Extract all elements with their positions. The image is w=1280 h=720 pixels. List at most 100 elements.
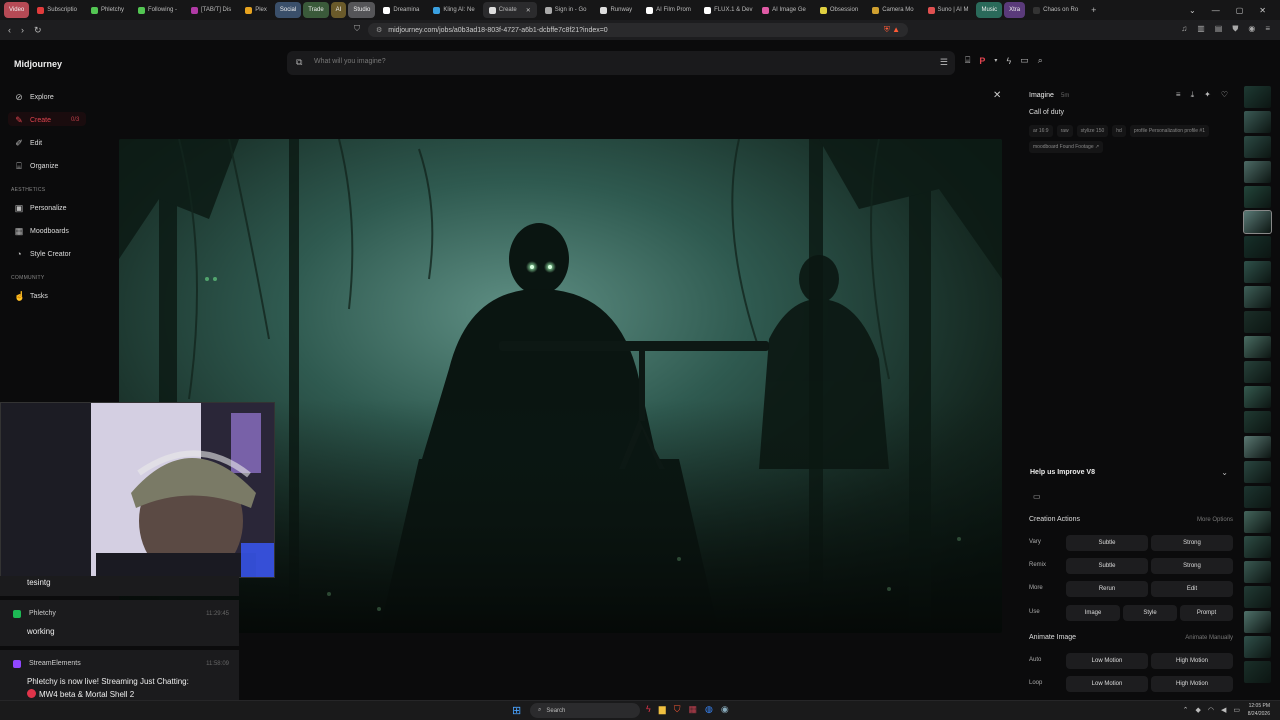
back-icon[interactable]: ‹ (8, 25, 11, 36)
app-icon-blue[interactable]: ◍ (705, 704, 713, 715)
browser-tab[interactable]: Suno | AI M (922, 2, 975, 18)
address-bar[interactable]: ⚙ midjourney.com/jobs/a0b3ad18-803f-4727… (368, 23, 908, 37)
browser-tab[interactable]: Subscriptio (31, 2, 83, 18)
chevron-up-icon[interactable]: ⌃ (1183, 706, 1189, 714)
lightning-icon[interactable]: ϟ (1006, 56, 1011, 66)
app-icon-grid[interactable]: ▦ (688, 704, 697, 715)
site-info-icon[interactable]: ⚙ (376, 26, 382, 34)
chevron-down-icon[interactable]: ▾ (994, 57, 997, 64)
image-upload-icon[interactable]: ⧉ (296, 57, 302, 68)
history-thumbnail[interactable] (1243, 210, 1272, 234)
heart-icon[interactable]: ♡ (1221, 90, 1228, 100)
browser-tab[interactable]: Chaos on Ro (1027, 2, 1083, 18)
browser-tab[interactable]: FLUX.1 & Dev (698, 2, 754, 18)
brave-shield-icon[interactable]: ⛨ ▲ (884, 25, 900, 35)
history-thumbnail[interactable] (1244, 286, 1271, 308)
browser-tab[interactable]: AI Film Prom (640, 2, 696, 18)
tab-group[interactable]: Social (274, 2, 302, 18)
forward-icon[interactable]: › (21, 25, 24, 36)
maximize-icon[interactable]: ▢ (1236, 6, 1244, 15)
history-thumbnail[interactable] (1244, 436, 1271, 458)
minimize-icon[interactable]: — (1212, 6, 1220, 15)
sidebar-item-personalize[interactable]: ▣ Personalize (14, 203, 67, 213)
history-thumbnail[interactable] (1244, 261, 1271, 283)
history-thumbnail[interactable] (1244, 361, 1271, 383)
history-thumbnail[interactable] (1244, 386, 1271, 408)
tab-group[interactable]: Video (4, 2, 30, 18)
history-thumbnail[interactable] (1244, 136, 1271, 158)
history-thumbnail[interactable] (1244, 311, 1271, 333)
history-thumbnail[interactable] (1244, 511, 1271, 533)
param-chip[interactable]: ar 16:9 (1029, 125, 1053, 137)
remix-strong-button[interactable]: Strong (1151, 558, 1233, 574)
brave-icon[interactable]: ⛉ (674, 704, 681, 715)
sidebar-icon[interactable]: ▥ (1197, 24, 1205, 34)
app-icon-red[interactable]: ϟ (646, 704, 651, 715)
history-thumbnail[interactable] (1244, 111, 1271, 133)
history-thumbnail[interactable] (1244, 186, 1271, 208)
close-icon[interactable]: ✕ (993, 90, 1001, 101)
vpn-icon[interactable]: ⛊ (1232, 24, 1238, 34)
taskbar-clock[interactable]: 12:05 PM 8/24/2026 (1248, 702, 1270, 718)
history-thumbnail[interactable] (1244, 586, 1271, 608)
new-tab-icon[interactable]: + (1091, 5, 1096, 15)
rerun-button[interactable]: Rerun (1066, 581, 1148, 597)
use-image-button[interactable]: Image (1066, 605, 1120, 621)
tab-group[interactable]: Trade (303, 2, 329, 18)
pin-icon[interactable]: ✦ (1204, 90, 1211, 100)
browser-tab[interactable]: Following - (132, 2, 183, 18)
steam-icon[interactable]: ◉ (721, 704, 729, 715)
tab-group[interactable]: AI (330, 2, 347, 18)
vary-strong-button[interactable]: Strong (1151, 535, 1233, 551)
auto-high-motion-button[interactable]: High Motion (1151, 653, 1233, 669)
history-thumbnail[interactable] (1244, 236, 1271, 258)
more-options-link[interactable]: More Options (1197, 517, 1233, 523)
profile-icon[interactable]: ◉ (1248, 24, 1255, 34)
menu-icon[interactable]: ≡ (1265, 24, 1270, 34)
tab-group[interactable]: Studio (348, 2, 376, 18)
tray-app-icon[interactable]: ◆ (1195, 706, 1200, 714)
history-thumbnail[interactable] (1244, 661, 1271, 683)
sidebar-item-edit[interactable]: ✐ Edit (14, 138, 42, 148)
sidebar-item-explore[interactable]: ⊘ Explore (14, 92, 54, 102)
param-chip[interactable]: stylize 150 (1076, 125, 1109, 137)
param-chip[interactable]: raw (1056, 125, 1073, 137)
bookmark-icon[interactable]: ⛉ (354, 24, 360, 34)
chevron-down-icon[interactable]: ⌄ (1189, 6, 1196, 15)
folder-icon[interactable]: ▭ (1033, 492, 1041, 501)
history-thumbnail[interactable] (1244, 411, 1271, 433)
param-chip[interactable]: hd (1112, 125, 1126, 137)
settings-sliders-icon[interactable]: ☰ (940, 57, 948, 68)
brand-logo[interactable]: Midjourney (14, 59, 62, 69)
tab-group[interactable]: Music (976, 2, 1003, 18)
browser-tab[interactable]: [TAB/T] Dis (185, 2, 237, 18)
feedback-title[interactable]: Help us Improve V8 (1030, 469, 1095, 476)
history-thumbnail[interactable] (1244, 336, 1271, 358)
browser-tab[interactable]: Phletchy (85, 2, 130, 18)
browser-tab[interactable]: AI Image Ge (756, 2, 812, 18)
param-chip[interactable]: moodboard Found Footage ↗ (1029, 141, 1104, 153)
volume-icon[interactable]: ◀ (1221, 706, 1226, 714)
history-thumbnail[interactable] (1244, 611, 1271, 633)
sidebar-item-create[interactable]: ✎ Create 0/3 (14, 115, 79, 125)
browser-tab[interactable]: Obsession (814, 2, 864, 18)
history-thumbnail[interactable] (1244, 636, 1271, 658)
file-explorer-icon[interactable]: ▆ (659, 704, 666, 715)
history-thumbnail[interactable] (1244, 536, 1271, 558)
remix-subtle-button[interactable]: Subtle (1066, 558, 1148, 574)
folder-icon[interactable]: ⌸ (965, 55, 970, 66)
browser-tab[interactable]: Create ✕ (482, 2, 537, 18)
loop-high-motion-button[interactable]: High Motion (1151, 676, 1233, 692)
sidebar-item-style-creator[interactable]: ◔ Style Creator (14, 249, 71, 259)
history-thumbnail[interactable] (1244, 86, 1271, 108)
history-thumbnail[interactable] (1244, 461, 1271, 483)
close-icon[interactable]: ✕ (1259, 6, 1266, 15)
browser-tab[interactable]: Dreamina (377, 2, 425, 18)
vary-subtle-button[interactable]: Subtle (1066, 535, 1148, 551)
param-chip[interactable]: profile Personalization profile #1 (1129, 125, 1209, 137)
close-tab-icon[interactable]: ✕ (526, 7, 531, 14)
download-icon[interactable]: ⤓ (1191, 90, 1195, 100)
sidebar-item-moodboards[interactable]: ▦ Moodboards (14, 226, 69, 236)
profile-p-icon[interactable]: P (979, 56, 985, 66)
network-icon[interactable]: ◠ (1208, 706, 1214, 714)
